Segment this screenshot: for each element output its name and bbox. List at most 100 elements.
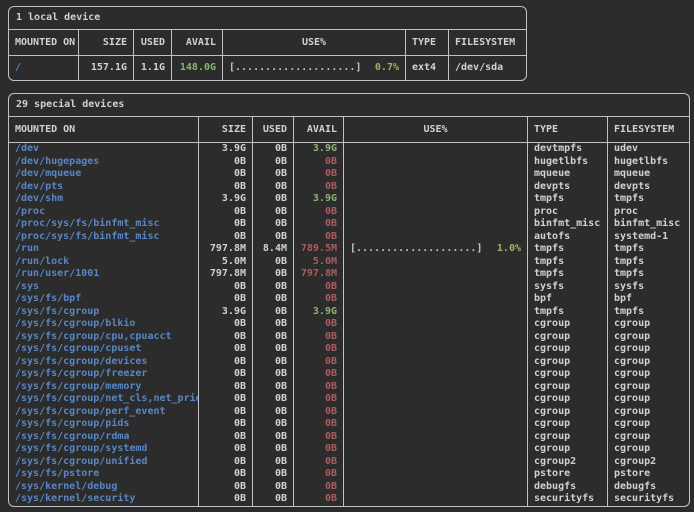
size-cell: 0B [199,443,253,456]
used-cell: 0B [253,218,294,231]
avail-cell: 0B [294,206,344,219]
type-cell: proc [528,206,608,219]
avail-cell: 0B [294,381,344,394]
used-cell: 0B [253,468,294,481]
size-cell: 0B [199,406,253,419]
table-row: /run/lock 5.0M 0B 5.0M tmpfs tmpfs [9,256,689,269]
use-percent-cell [344,343,528,356]
size-cell: 3.9G [199,306,253,319]
table-row: /dev 3.9G 0B 3.9G devtmpfs udev [9,143,689,156]
use-percent-cell [344,443,528,456]
type-cell: cgroup [528,443,608,456]
avail-cell: 3.9G [294,306,344,319]
table-row: /sys/kernel/security 0B 0B 0B securityfs… [9,493,689,506]
mount-point-cell: /run/user/1001 [9,268,199,281]
table-row: /sys/fs/bpf 0B 0B 0B bpf bpf [9,293,689,306]
avail-cell: 0B [294,431,344,444]
type-cell: securityfs [528,493,608,506]
use-percent-cell: [....................] 1.0% [344,243,528,256]
table-row: /sys/fs/pstore 0B 0B 0B pstore pstore [9,468,689,481]
use-percent-cell: [....................] 0.7% [223,56,406,80]
filesystem-cell: sysfs [608,281,687,294]
column-header-use-percent: USE% [344,117,528,142]
mount-point-cell: /sys/fs/cgroup/cpu,cpuacct [9,331,199,344]
used-cell: 0B [253,406,294,419]
used-cell: 0B [253,431,294,444]
filesystem-cell: tmpfs [608,243,687,256]
filesystem-cell: securityfs [608,493,687,506]
use-percent-cell [344,206,528,219]
use-percent-cell [344,481,528,494]
type-cell: binfmt_misc [528,218,608,231]
used-cell: 0B [253,381,294,394]
special-devices-table: 29 special devices MOUNTED ON SIZE USED … [8,93,690,507]
used-cell: 0B [253,481,294,494]
filesystem-cell: cgroup [608,318,687,331]
size-cell: 0B [199,168,253,181]
usage-bar: [....................] [350,243,482,256]
column-header-filesystem: FILESYSTEM [608,117,687,142]
avail-cell: 0B [294,443,344,456]
mount-point-cell: /run [9,243,199,256]
filesystem-cell: cgroup [608,431,687,444]
use-percent-cell [344,331,528,344]
filesystem-cell: cgroup [608,443,687,456]
table-row: /sys/fs/cgroup/cpu,cpuacct 0B 0B 0B cgro… [9,331,689,344]
usage-percent: 1.0% [497,243,521,256]
use-percent-cell [344,306,528,319]
mount-point-cell: /sys/fs/cgroup/systemd [9,443,199,456]
filesystem-cell: tmpfs [608,193,687,206]
use-percent-cell [344,281,528,294]
column-header-use-percent: USE% [223,30,406,55]
size-cell: 797.8M [199,268,253,281]
table-row: /run/user/1001 797.8M 0B 797.8M tmpfs tm… [9,268,689,281]
avail-cell: 0B [294,331,344,344]
use-percent-cell [344,256,528,269]
mount-point-cell: /sys/fs/bpf [9,293,199,306]
used-cell: 0B [253,418,294,431]
type-cell: cgroup [528,343,608,356]
column-header-filesystem: FILESYSTEM [449,30,524,55]
column-header-type: TYPE [528,117,608,142]
table-row: /dev/mqueue 0B 0B 0B mqueue mqueue [9,168,689,181]
column-header-size: SIZE [199,117,253,142]
used-cell: 0B [253,156,294,169]
avail-cell: 0B [294,156,344,169]
used-cell: 0B [253,231,294,244]
type-cell: tmpfs [528,256,608,269]
filesystem-cell: debugfs [608,481,687,494]
use-percent-cell [344,431,528,444]
mount-point-cell: /sys/fs/cgroup/net_cls,net_prio [9,393,199,406]
filesystem-cell: mqueue [608,168,687,181]
used-cell: 0B [253,193,294,206]
avail-cell: 0B [294,231,344,244]
mount-point-cell: /dev/hugepages [9,156,199,169]
mount-point-cell: /run/lock [9,256,199,269]
size-cell: 3.9G [199,193,253,206]
size-cell: 0B [199,181,253,194]
type-cell: cgroup [528,368,608,381]
used-cell: 0B [253,493,294,506]
used-cell: 0B [253,456,294,469]
column-header-mounted-on: MOUNTED ON [9,30,79,55]
use-percent-cell [344,218,528,231]
mount-point-cell: /sys/fs/cgroup/unified [9,456,199,469]
use-percent-cell [344,268,528,281]
table-row: /sys/fs/cgroup/systemd 0B 0B 0B cgroup c… [9,443,689,456]
used-cell: 0B [253,256,294,269]
avail-cell: 148.0G [172,56,223,80]
avail-cell: 0B [294,493,344,506]
size-cell: 0B [199,293,253,306]
mount-point-cell: /sys/fs/cgroup/freezer [9,368,199,381]
used-cell: 0B [253,306,294,319]
size-cell: 797.8M [199,243,253,256]
filesystem-cell: devpts [608,181,687,194]
avail-cell: 3.9G [294,193,344,206]
mount-point-cell: /sys/fs/cgroup/cpuset [9,343,199,356]
size-cell: 0B [199,218,253,231]
size-cell: 0B [199,493,253,506]
table-row: /dev/shm 3.9G 0B 3.9G tmpfs tmpfs [9,193,689,206]
type-cell: cgroup [528,381,608,394]
avail-cell: 0B [294,456,344,469]
size-cell: 0B [199,468,253,481]
